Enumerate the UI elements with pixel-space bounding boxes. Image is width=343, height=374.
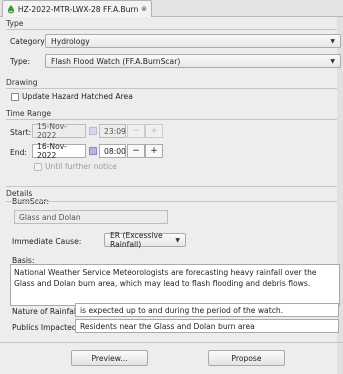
update-hatched-checkbox[interactable] bbox=[11, 93, 19, 101]
time-range-section-title: Time Range bbox=[6, 109, 52, 118]
type-dropdown[interactable]: Flash Flood Watch (FF.A.BurnScar) ▼ bbox=[45, 54, 341, 68]
type-divider bbox=[6, 29, 337, 30]
basis-textarea[interactable]: National Weather Service Meteorologists … bbox=[10, 264, 340, 306]
basis-text: National Weather Service Meteorologists … bbox=[14, 268, 317, 288]
end-date-value: 16-Nov-2022 bbox=[37, 142, 67, 160]
close-icon[interactable]: ⊗ bbox=[141, 5, 147, 13]
start-increment-button: + bbox=[145, 124, 163, 138]
type-section-title: Type bbox=[6, 19, 24, 28]
end-time-field[interactable]: 08:00 bbox=[99, 144, 126, 158]
until-further-notice-label: Until further notice bbox=[45, 162, 117, 171]
category-dropdown[interactable]: Hydrology ▼ bbox=[45, 34, 341, 48]
drawing-divider bbox=[6, 88, 337, 89]
minus-icon: − bbox=[132, 126, 140, 136]
start-decrement-button: − bbox=[127, 124, 145, 138]
preview-button[interactable]: Preview... bbox=[71, 350, 148, 366]
propose-button-label: Propose bbox=[231, 353, 262, 363]
publics-impacted-label: Publics Impacted: bbox=[12, 323, 80, 332]
end-decrement-button[interactable]: − bbox=[127, 144, 145, 158]
chevron-down-icon: ▼ bbox=[330, 37, 335, 45]
start-time-value: 23:09 bbox=[104, 126, 126, 136]
nature-of-rainfall-field[interactable]: is expected up to and during the period … bbox=[75, 303, 339, 317]
nature-of-rainfall-label: Nature of Rainfall: bbox=[12, 307, 81, 316]
plus-icon: + bbox=[150, 126, 158, 136]
button-divider bbox=[0, 342, 343, 343]
type-value: Flash Flood Watch (FF.A.BurnScar) bbox=[51, 56, 181, 66]
until-further-notice-checkbox bbox=[34, 163, 42, 171]
burnscar-field: Glass and Dolan bbox=[14, 210, 168, 224]
details-divider bbox=[6, 186, 337, 187]
chevron-down-icon: ▼ bbox=[330, 57, 335, 65]
end-label: End: bbox=[10, 148, 27, 157]
preview-button-label: Preview... bbox=[91, 353, 128, 363]
start-date-value: 15-Nov-2022 bbox=[37, 122, 67, 140]
immediate-cause-value: ER (Excessive Rainfall) bbox=[110, 231, 163, 249]
end-increment-button[interactable]: + bbox=[145, 144, 163, 158]
type-label: Type: bbox=[10, 57, 30, 66]
nature-of-rainfall-value: is expected up to and during the period … bbox=[80, 305, 284, 315]
tab-title: HZ-2022-MTR-LWX-28 FF.A.BurnScar bbox=[17, 4, 139, 14]
propose-button[interactable]: Propose bbox=[208, 350, 285, 366]
update-hatched-label: Update Hazard Hatched Area bbox=[22, 92, 133, 101]
time-range-divider bbox=[6, 119, 337, 120]
hazard-panel: Type Category: Hydrology ▼ Type: Flash F… bbox=[0, 17, 343, 374]
tab-bar: HZ-2022-MTR-LWX-28 FF.A.BurnScar ⊗ bbox=[0, 0, 343, 17]
start-time-field: 23:09 bbox=[99, 124, 126, 138]
calendar-icon[interactable] bbox=[89, 147, 97, 155]
category-label: Category: bbox=[10, 37, 47, 46]
plus-icon: + bbox=[150, 146, 158, 156]
publics-impacted-field[interactable]: Residents near the Glass and Dolan burn … bbox=[75, 319, 339, 333]
burnscar-value: Glass and Dolan bbox=[19, 212, 81, 222]
chevron-down-icon: ▼ bbox=[175, 236, 180, 244]
hazard-tab-icon bbox=[7, 5, 15, 14]
minus-icon: − bbox=[132, 146, 140, 156]
calendar-icon bbox=[89, 127, 97, 135]
tab-hazard[interactable]: HZ-2022-MTR-LWX-28 FF.A.BurnScar ⊗ bbox=[2, 0, 152, 17]
start-date-field: 15-Nov-2022 bbox=[32, 122, 86, 140]
burnscar-divider bbox=[6, 201, 337, 202]
end-time-value: 08:00 bbox=[104, 146, 126, 156]
end-date-field[interactable]: 16-Nov-2022 bbox=[32, 142, 86, 160]
immediate-cause-label: Immediate Cause: bbox=[12, 237, 82, 246]
category-value: Hydrology bbox=[51, 36, 90, 46]
drawing-section-title: Drawing bbox=[6, 78, 38, 87]
immediate-cause-dropdown[interactable]: ER (Excessive Rainfall) ▼ bbox=[104, 231, 186, 249]
publics-impacted-value: Residents near the Glass and Dolan burn … bbox=[80, 321, 255, 331]
start-label: Start: bbox=[10, 128, 32, 137]
